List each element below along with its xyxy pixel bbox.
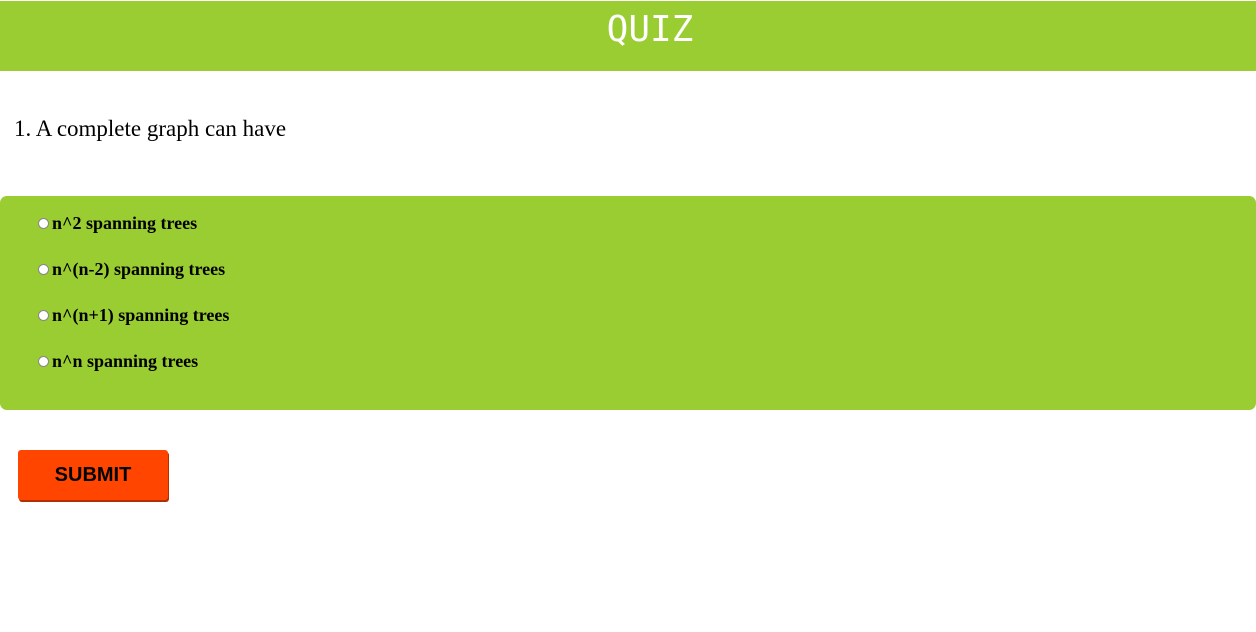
radio-button[interactable]: [38, 264, 49, 275]
option-3[interactable]: n^(n+1) spanning trees: [38, 305, 229, 326]
header-bar: QUIZ: [0, 1, 1256, 71]
question-text: 1. A complete graph can have: [14, 116, 287, 141]
option-4[interactable]: n^n spanning trees: [38, 351, 198, 372]
option-label: n^(n-2) spanning trees: [52, 259, 226, 279]
option-label: n^n spanning trees: [52, 351, 199, 371]
option-label: n^(n+1) spanning trees: [52, 305, 230, 325]
options-panel: n^2 spanning trees n^(n-2) spanning tree…: [0, 196, 1256, 410]
radio-button[interactable]: [38, 218, 49, 229]
option-1[interactable]: n^2 spanning trees: [38, 213, 197, 234]
submit-button[interactable]: SUBMIT: [18, 450, 168, 500]
option-label: n^2 spanning trees: [52, 213, 198, 233]
radio-button[interactable]: [38, 356, 49, 367]
option-2[interactable]: n^(n-2) spanning trees: [38, 259, 225, 280]
radio-button[interactable]: [38, 310, 49, 321]
page-title: QUIZ: [606, 9, 694, 50]
